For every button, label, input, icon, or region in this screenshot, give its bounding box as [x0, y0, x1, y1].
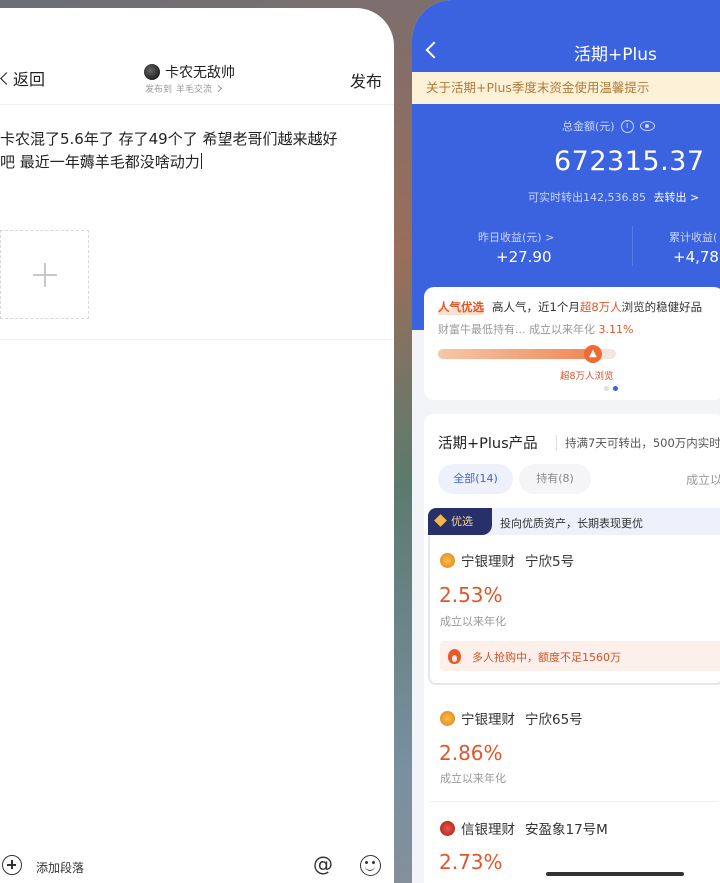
product-header[interactable]: 宁银理财 宁欣65号	[440, 708, 583, 728]
avatar	[144, 64, 160, 80]
promo-text-highlight: 超8万人	[579, 300, 622, 314]
add-paragraph-icon[interactable]	[2, 855, 22, 875]
header-divider	[0, 104, 394, 105]
promo-tag: 人气优选	[438, 299, 484, 315]
xinyin-logo-icon	[440, 820, 455, 836]
add-image-button[interactable]	[0, 230, 89, 319]
eye-icon[interactable]	[639, 121, 655, 131]
username: 卡农无敌帅	[165, 65, 235, 81]
promo-subline: 财富牛最低持有... 成立以来年化 3.11%	[438, 321, 633, 337]
post-line-1: 卡农混了5.6年了 存了49个了 希望老哥们越来越好	[0, 130, 338, 148]
wealth-panel: 活期+Plus 关于活期+Plus季度末资金使用温馨提示 总金额(元) i 67…	[412, 0, 720, 883]
product-issuer: 宁银理财	[461, 554, 515, 570]
total-label-row: 总金额(元) i	[562, 118, 655, 134]
diamond-icon	[434, 514, 447, 527]
publish-to-label: 发布到	[145, 85, 173, 95]
products-title: 活期+Plus产品	[438, 436, 538, 452]
promo-sub-rate: 3.11%	[598, 323, 634, 336]
carousel-dot[interactable]	[604, 386, 609, 391]
yesterday-earnings-value: +27.90	[496, 248, 552, 266]
product-name: 宁欣5号	[525, 554, 575, 570]
cumulative-earnings-value: +4,782	[673, 248, 720, 266]
promo-sub-text: 财富牛最低持有... 成立以来年化	[438, 323, 595, 336]
promo-text-pre: 高人气，近1个月	[492, 300, 580, 314]
mention-icon[interactable]: @	[313, 852, 333, 876]
total-label: 总金额(元)	[562, 120, 615, 133]
promo-headline: 高人气，近1个月超8万人浏览的稳健好品	[492, 299, 702, 315]
featured-banner: 优选 投向优质资产，长期表现更优	[428, 508, 720, 535]
product-name: 安盈象17号M	[525, 822, 608, 838]
topic-name: 羊毛交流	[176, 85, 213, 95]
chevron-right-icon	[214, 84, 223, 93]
promo-card[interactable]: 人气优选 高人气，近1个月超8万人浏览的稳健好品 财富牛最低持有... 成立以来…	[424, 287, 720, 400]
info-icon[interactable]: i	[620, 119, 634, 133]
editor-header: 返回 卡农无敌帅 发布到 羊毛交流 发布	[0, 8, 394, 104]
post-text-input[interactable]: 卡农混了5.6年了 存了49个了 希望老哥们越来越好 吧 最近一年薅羊毛都没啥动…	[0, 128, 380, 174]
product-rate: 2.73%	[439, 850, 503, 874]
tab-holding[interactable]: 持有(8)	[519, 464, 591, 494]
add-paragraph-button[interactable]: 添加段落	[36, 859, 84, 876]
promo-text-post: 浏览的稳健好品	[621, 300, 703, 314]
ningyin-logo-icon	[440, 552, 455, 568]
product-divider	[428, 801, 718, 802]
transferable-amount: 可实时转出142,536.85	[528, 191, 646, 204]
hot-sale-bar: 多人抢购中，额度不足1560万	[440, 641, 720, 671]
ningyin-logo-icon	[440, 710, 455, 726]
product-rate: 2.53%	[439, 583, 503, 607]
featured-text: 投向优质资产，长期表现更优	[500, 517, 643, 530]
stat-divider	[632, 226, 633, 266]
chevron-left-icon	[0, 71, 13, 85]
fire-icon: ▲	[584, 345, 602, 363]
hot-sale-text: 多人抢购中，额度不足1560万	[472, 651, 621, 664]
sort-selector[interactable]: 成立以	[686, 471, 720, 488]
cumulative-earnings-label[interactable]: 累计收益(	[669, 229, 717, 245]
featured-badge-label: 优选	[451, 515, 473, 528]
carousel-dots	[604, 386, 618, 391]
total-amount: 672315.37	[554, 146, 705, 177]
transfer-row: 可实时转出142,536.85 去转出 >	[528, 189, 699, 205]
post-editor-panel: 返回 卡农无敌帅 发布到 羊毛交流 发布 卡农混了5.6年了 存了49个了 希望…	[0, 8, 394, 883]
featured-badge: 优选	[428, 508, 492, 535]
back-button[interactable]: 返回	[0, 66, 45, 90]
topic-selector[interactable]: 发布到 羊毛交流	[145, 82, 223, 95]
popularity-bar-fill	[438, 349, 590, 359]
publish-button[interactable]: 发布	[350, 68, 382, 92]
notice-banner[interactable]: 关于活期+Plus季度末资金使用温馨提示	[412, 72, 720, 104]
transfer-out-button[interactable]: 去转出 >	[653, 191, 699, 204]
content-divider	[0, 339, 394, 340]
post-line-2: 吧 最近一年薅羊毛都没啥动力	[0, 153, 200, 171]
emoji-icon[interactable]	[360, 855, 381, 876]
plus-icon-vertical	[43, 262, 46, 287]
product-header[interactable]: 信银理财 安盈象17号M	[440, 818, 608, 838]
text-cursor	[200, 153, 202, 169]
carousel-dot-active[interactable]	[613, 386, 618, 391]
product-header[interactable]: 宁银理财 宁欣5号	[440, 550, 574, 570]
author-info: 卡农无敌帅	[144, 62, 235, 82]
yesterday-earnings-label[interactable]: 昨日收益(元) >	[478, 229, 554, 245]
product-rate: 2.86%	[439, 741, 503, 765]
product-issuer: 宁银理财	[461, 712, 515, 728]
product-rate-label: 成立以来年化	[440, 615, 506, 628]
products-subtitle: 持满7天可转出，500万内实时	[556, 435, 720, 451]
product-issuer: 信银理财	[461, 822, 515, 838]
flame-icon	[448, 649, 461, 664]
promo-views: 超8万人浏览	[560, 371, 614, 382]
editor-toolbar: 添加段落 @	[0, 849, 394, 883]
product-name: 宁欣65号	[525, 712, 583, 728]
tab-all[interactable]: 全部(14)	[438, 464, 513, 494]
product-rate-label: 成立以来年化	[440, 772, 506, 785]
page-title: 活期+Plus	[574, 45, 657, 65]
home-indicator[interactable]	[546, 872, 684, 876]
back-label: 返回	[13, 70, 46, 89]
